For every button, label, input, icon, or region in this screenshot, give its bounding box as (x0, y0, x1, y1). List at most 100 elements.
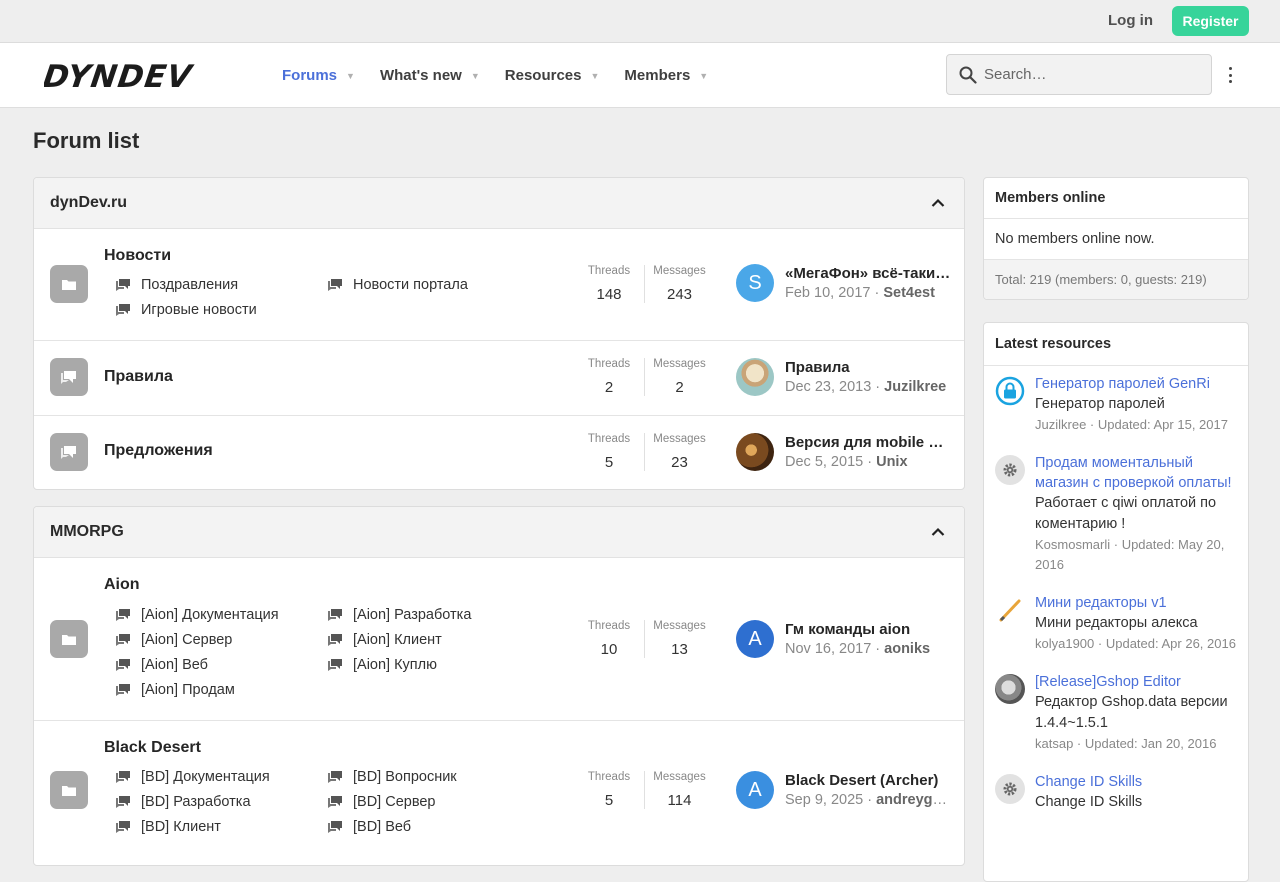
chevron-up-icon[interactable] (928, 522, 948, 542)
chat-bubble-icon (328, 770, 342, 783)
last-post-date[interactable]: Feb 10, 2017 (785, 285, 870, 301)
last-post-title[interactable]: Правила (785, 359, 951, 376)
subforum-link[interactable]: Игровые новости (116, 300, 328, 319)
subforum-link[interactable]: [BD] Разработка (116, 792, 328, 811)
latest-resources-widget: Latest resources Генератор паролей GenRi… (983, 322, 1249, 882)
subforum-link[interactable]: [Aion] Сервер (116, 630, 328, 649)
chat-bubble-icon (116, 683, 130, 696)
chat-bubble-icon (116, 633, 130, 646)
forum-stats: Threads 2 Messages 2 (574, 358, 714, 396)
forum-title[interactable]: Предложения (104, 442, 213, 460)
forum-discussion-icon (50, 433, 88, 471)
register-button[interactable]: Register (1172, 6, 1249, 36)
last-post-user[interactable]: aoniks (884, 641, 930, 657)
avatar[interactable]: S (736, 264, 774, 302)
subforum-link[interactable]: [Aion] Веб (116, 655, 328, 674)
logo-text: DYNDEV (44, 59, 196, 94)
latest-resources-title[interactable]: Latest resources (984, 323, 1248, 366)
last-post-title[interactable]: Гм команды aion (785, 621, 951, 638)
subforum-link[interactable]: [Aion] Разработка (328, 605, 540, 624)
resource-title[interactable]: [Release]Gshop Editor (1035, 672, 1237, 692)
last-post-date[interactable]: Dec 23, 2013 (785, 379, 871, 395)
subforum-link[interactable]: [Aion] Продам (116, 680, 328, 699)
messages-count: 2 (675, 379, 684, 396)
resource-title[interactable]: Мини редакторы v1 (1035, 593, 1237, 613)
resource-author[interactable]: kolya1900 (1035, 636, 1094, 651)
messages-count: 23 (671, 454, 688, 471)
nav-whats-new[interactable]: What's new ▼ (380, 67, 480, 84)
subforum-link[interactable]: [BD] Клиент (116, 817, 328, 836)
subforum-link[interactable]: [Aion] Куплю (328, 655, 540, 674)
resource-title[interactable]: Change ID Skills (1035, 772, 1237, 792)
pencil-icon[interactable] (995, 595, 1025, 625)
more-menu-icon[interactable] (1226, 65, 1234, 85)
chat-bubble-icon (116, 795, 130, 808)
subforum-label: [Aion] Веб (141, 656, 208, 673)
search-input[interactable]: Search… (946, 54, 1212, 95)
gear-icon[interactable] (995, 455, 1025, 485)
chat-bubble-icon (116, 820, 130, 833)
last-post-user[interactable]: Unix (876, 454, 907, 470)
subforum-label: [BD] Документация (141, 768, 270, 785)
gear-icon[interactable] (995, 774, 1025, 804)
threads-count: 10 (600, 641, 618, 658)
chevron-down-icon[interactable]: ▼ (699, 71, 708, 81)
nav-members[interactable]: Members ▼ (624, 67, 708, 84)
category-block: dynDev.ru Новости Поздравления Новости п… (33, 177, 965, 490)
subforum-label: [BD] Клиент (141, 818, 221, 835)
chevron-up-icon[interactable] (928, 193, 948, 213)
category-header[interactable]: MMORPG (34, 507, 964, 558)
nav-forums[interactable]: Forums ▼ (282, 67, 355, 84)
threads-label: Threads (587, 265, 631, 277)
last-post-user[interactable]: Juzilkree (884, 379, 946, 395)
chevron-down-icon[interactable]: ▼ (471, 71, 480, 81)
last-post-title[interactable]: Версия для mobile устройств (785, 434, 951, 451)
resource-author[interactable]: Juzilkree (1035, 417, 1086, 432)
subforum-link[interactable]: [Aion] Клиент (328, 630, 540, 649)
site-logo[interactable]: DYNDEV (44, 58, 224, 94)
category-title[interactable]: dynDev.ru (50, 194, 127, 212)
threads-label: Threads (587, 433, 631, 445)
chevron-down-icon[interactable]: ▼ (591, 71, 600, 81)
chat-bubble-icon (328, 608, 342, 621)
avatar[interactable] (736, 433, 774, 471)
forum-title[interactable]: Новости (104, 247, 171, 265)
subforum-label: Новости портала (353, 276, 468, 293)
last-post-date[interactable]: Dec 5, 2015 (785, 454, 863, 470)
last-post-user[interactable]: Set4est (883, 285, 935, 301)
subforum-link[interactable]: [BD] Сервер (328, 792, 540, 811)
resource-title[interactable]: Продам моментальный магазин с проверкой … (1035, 453, 1237, 493)
subforum-link[interactable]: Новости портала (328, 275, 540, 294)
resource-title[interactable]: Генератор паролей GenRi (1035, 374, 1237, 394)
category-title[interactable]: MMORPG (50, 523, 124, 541)
subforum-link[interactable]: Поздравления (116, 275, 328, 294)
last-post-date[interactable]: Sep 9, 2025 (785, 792, 863, 808)
forum-title[interactable]: Aion (104, 576, 140, 594)
login-link[interactable]: Log in (1108, 12, 1153, 29)
subforum-link[interactable]: [BD] Вопросник (328, 767, 540, 786)
subforum-list: [BD] Документация [BD] Вопросник [BD] Ра… (116, 767, 540, 836)
category-header[interactable]: dynDev.ru (34, 178, 964, 229)
members-online-title[interactable]: Members online (984, 178, 1248, 219)
resource-desc: Генератор паролей (1035, 396, 1165, 412)
last-post-title[interactable]: «МегаФон» всё-таки пошёл (785, 265, 951, 282)
last-post-title[interactable]: Black Desert (Archer) (785, 772, 951, 789)
forum-node: Новости Поздравления Новости портала Игр… (34, 229, 964, 341)
subforum-link[interactable]: [BD] Веб (328, 817, 540, 836)
resource-author[interactable]: katsap (1035, 736, 1073, 751)
avatar[interactable] (736, 358, 774, 396)
lock-icon[interactable] (995, 376, 1025, 406)
avatar[interactable]: A (736, 771, 774, 809)
last-post-user[interactable]: andreyglobus (876, 792, 951, 808)
chevron-down-icon[interactable]: ▼ (346, 71, 355, 81)
gshop-icon[interactable] (995, 674, 1025, 704)
nav-resources[interactable]: Resources ▼ (505, 67, 600, 84)
forum-title[interactable]: Black Desert (104, 739, 201, 757)
forum-title[interactable]: Правила (104, 368, 173, 386)
last-post-date[interactable]: Nov 16, 2017 (785, 641, 871, 657)
subforum-link[interactable]: [BD] Документация (116, 767, 328, 786)
subforum-link[interactable]: [Aion] Документация (116, 605, 328, 624)
resource-author[interactable]: Kosmosmarli (1035, 537, 1110, 552)
avatar[interactable]: A (736, 620, 774, 658)
subforum-label: [BD] Сервер (353, 793, 436, 810)
